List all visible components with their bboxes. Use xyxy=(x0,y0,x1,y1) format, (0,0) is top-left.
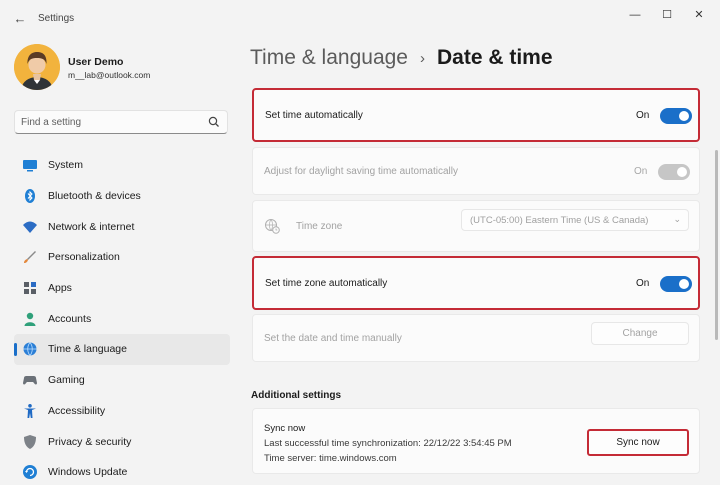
settings-window: ← Settings — ☐ ✕ User Demo m__lab@outloo… xyxy=(0,0,720,485)
sidebar-item-accounts[interactable]: Accounts xyxy=(14,303,230,334)
close-icon[interactable]: ✕ xyxy=(682,6,716,24)
minimize-icon[interactable]: — xyxy=(618,6,652,24)
daylight-saving-toggle[interactable] xyxy=(658,164,690,180)
sidebar-item-apps[interactable]: Apps xyxy=(14,273,230,304)
sidebar-item-windows-update[interactable]: Windows Update xyxy=(14,457,230,485)
set-date-time-manually-label: Set the date and time manually xyxy=(264,333,402,344)
avatar[interactable] xyxy=(14,44,60,90)
apps-icon xyxy=(22,280,38,296)
wifi-icon xyxy=(22,219,38,235)
set-time-zone-automatically-card: Set time zone automatically On xyxy=(252,256,700,310)
time-server-text: Time server: time.windows.com xyxy=(264,453,397,464)
time-zone-label: Time zone xyxy=(296,221,343,232)
sidebar-item-gaming[interactable]: Gaming xyxy=(14,365,230,396)
page-title: Date & time xyxy=(436,46,553,69)
gamepad-icon xyxy=(22,372,38,388)
set-date-time-manually-card: Set the date and time manually Change xyxy=(252,314,700,362)
title-bar: ← Settings — ☐ ✕ xyxy=(0,0,720,36)
set-time-automatically-state: On xyxy=(636,110,650,121)
sync-now-button[interactable]: Sync now xyxy=(587,429,689,456)
sidebar-item-label: Accounts xyxy=(48,312,92,325)
sync-now-card: Sync now Last successful time synchroniz… xyxy=(252,408,700,474)
set-time-automatically-label: Set time automatically xyxy=(265,110,363,121)
sidebar-item-label: System xyxy=(48,159,84,172)
set-time-zone-automatically-label: Set time zone automatically xyxy=(265,278,388,289)
sidebar-item-label: Privacy & security xyxy=(48,435,132,448)
sidebar-item-time-language[interactable]: Time & language xyxy=(14,334,230,365)
bluetooth-icon xyxy=(22,188,38,204)
sidebar-item-label: Apps xyxy=(48,282,72,295)
app-title: Settings xyxy=(38,13,75,24)
globe-clock-icon xyxy=(22,341,38,357)
breadcrumb-parent[interactable]: Time & language xyxy=(250,46,408,70)
sidebar-item-label: Windows Update xyxy=(48,466,128,479)
toggle-knob xyxy=(677,167,687,177)
time-zone-dropdown[interactable]: (UTC-05:00) Eastern Time (US & Canada) ⌄ xyxy=(461,209,689,231)
sidebar-item-network[interactable]: Network & internet xyxy=(14,211,230,242)
daylight-saving-label: Adjust for daylight saving time automati… xyxy=(264,166,458,177)
sidebar-item-privacy-security[interactable]: Privacy & security xyxy=(14,426,230,457)
sidebar-item-label: Gaming xyxy=(48,374,85,387)
sync-now-title: Sync now xyxy=(264,423,306,434)
last-sync-text: Last successful time synchronization: 22… xyxy=(264,438,512,449)
breadcrumb: Time & language › Date & time xyxy=(250,46,553,70)
set-time-zone-automatically-toggle[interactable] xyxy=(660,276,692,292)
set-time-automatically-card: Set time automatically On xyxy=(252,88,700,142)
update-icon xyxy=(22,464,38,480)
user-name: User Demo xyxy=(68,56,124,68)
accessibility-icon xyxy=(22,403,38,419)
sidebar-item-label: Accessibility xyxy=(48,404,106,417)
back-arrow-icon[interactable]: ← xyxy=(10,9,30,29)
daylight-saving-card: Adjust for daylight saving time automati… xyxy=(252,147,700,195)
user-email: m__lab@outlook.com xyxy=(68,70,151,80)
sidebar-item-label: Bluetooth & devices xyxy=(48,190,141,203)
sidebar-item-bluetooth[interactable]: Bluetooth & devices xyxy=(14,181,230,212)
chevron-down-icon: ⌄ xyxy=(673,214,681,224)
daylight-saving-state: On xyxy=(634,166,648,177)
sidebar-item-system[interactable]: System xyxy=(14,150,230,181)
search-input[interactable] xyxy=(21,114,201,130)
search-box[interactable] xyxy=(14,110,228,134)
maximize-icon[interactable]: ☐ xyxy=(650,6,684,24)
sidebar-item-label: Personalization xyxy=(48,251,120,264)
change-button[interactable]: Change xyxy=(591,322,689,345)
system-icon xyxy=(22,157,38,173)
set-time-automatically-toggle[interactable] xyxy=(660,108,692,124)
sidebar-item-label: Time & language xyxy=(48,343,127,356)
sidebar-item-accessibility[interactable]: Accessibility xyxy=(14,396,230,427)
set-time-zone-automatically-state: On xyxy=(636,278,650,289)
shield-icon xyxy=(22,434,38,450)
additional-settings-heading: Additional settings xyxy=(251,390,341,401)
globe-clock-icon xyxy=(264,218,280,234)
sidebar-item-label: Network & internet xyxy=(48,220,135,233)
toggle-knob xyxy=(679,279,689,289)
sidebar-nav: System Bluetooth & devices Network & int… xyxy=(14,150,230,485)
accounts-icon xyxy=(22,311,38,327)
time-zone-value: (UTC-05:00) Eastern Time (US & Canada) xyxy=(470,215,649,226)
sidebar-item-personalization[interactable]: Personalization xyxy=(14,242,230,273)
time-zone-card: Time zone (UTC-05:00) Eastern Time (US &… xyxy=(252,200,700,252)
scrollbar[interactable] xyxy=(715,150,718,340)
toggle-knob xyxy=(679,111,689,121)
chevron-right-icon: › xyxy=(419,49,425,67)
brush-icon xyxy=(22,249,38,265)
search-icon[interactable] xyxy=(207,115,221,129)
